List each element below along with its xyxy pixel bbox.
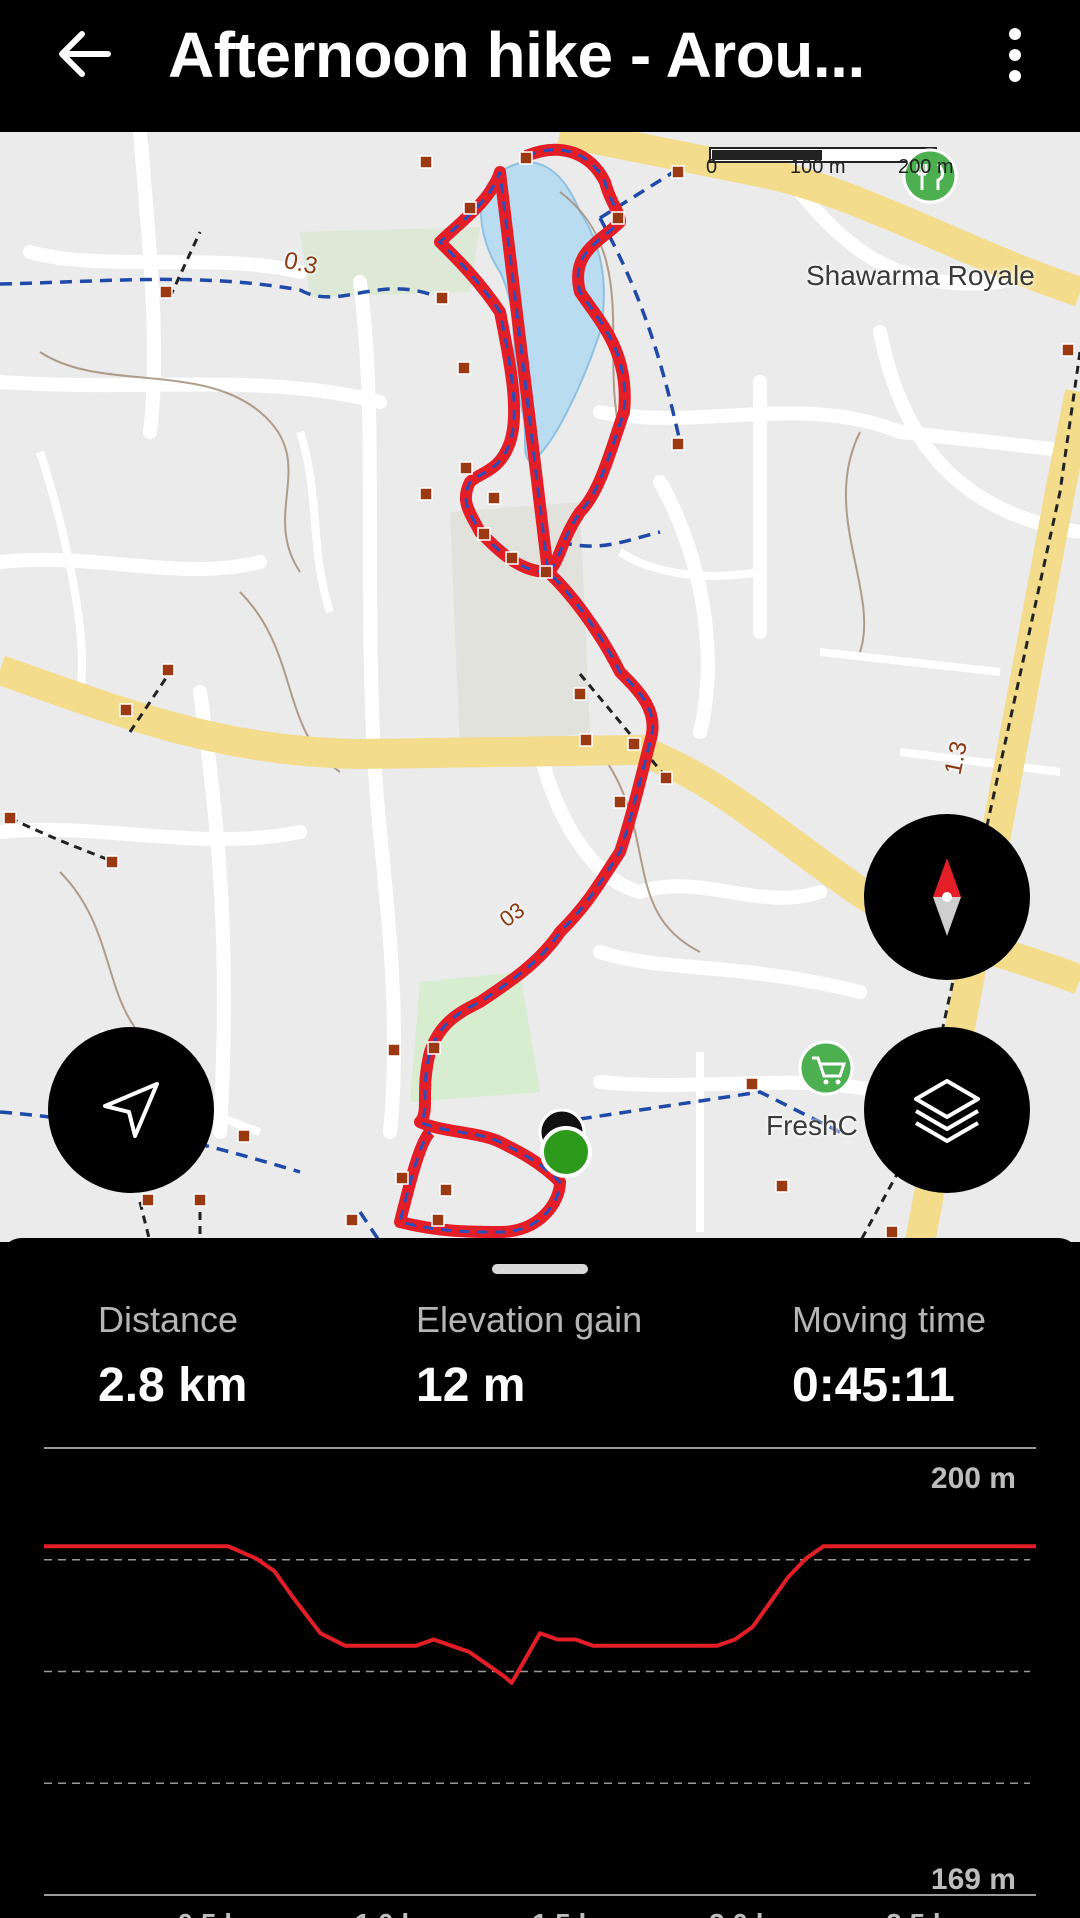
elevation-chart[interactable]: 200 m 169 m 0.5 km 1.0 km 1.5 km 2.0 km 2.5 km [0, 1438, 1080, 1918]
poi-label-fresh[interactable]: FreshC [766, 1110, 858, 1142]
x-tick-label: 1.0 km [355, 1908, 442, 1918]
elevation-series-line [44, 1544, 1036, 1685]
sheet-handle[interactable] [492, 1264, 588, 1274]
shopping-cart-icon[interactable] [798, 1040, 854, 1096]
arrow-back-icon[interactable] [52, 22, 116, 86]
x-tick-label: 1.5 km [532, 1908, 619, 1918]
x-tick-label: 0.5 km [178, 1908, 265, 1918]
compass-icon [933, 858, 961, 936]
navigation-arrow-icon [103, 1082, 159, 1138]
compass-button[interactable] [864, 814, 1030, 980]
app-bar: Afternoon hike - Arou... [0, 0, 1080, 132]
x-tick-label: 2.5 km [886, 1908, 973, 1918]
x-tick-label: 2.0 km [709, 1908, 796, 1918]
stat-value: 12 m [416, 1359, 526, 1412]
layers-button[interactable] [864, 1027, 1030, 1193]
stat-value: 0:45:11 [792, 1359, 955, 1412]
layers-icon [914, 1079, 980, 1143]
y-tick-label: 200 m [931, 1462, 1016, 1495]
stat-label: Elevation gain [416, 1299, 643, 1340]
locate-button[interactable] [48, 1027, 214, 1193]
page-title: Afternoon hike - Arou... [168, 19, 865, 91]
stat-elevation-gain: Elevation gain 12 m [416, 1298, 642, 1416]
more-vertical-icon[interactable] [990, 20, 1040, 90]
stat-distance: Distance 2.8 km [98, 1298, 247, 1416]
stats-sheet[interactable]: Distance 2.8 km Elevation gain 12 m Movi… [0, 1238, 1080, 1918]
scale-label-200: 200 m [898, 156, 954, 178]
stat-value: 2.8 km [98, 1359, 248, 1412]
scale-label-100: 100 m [790, 156, 846, 178]
stat-label: Distance [98, 1299, 239, 1340]
y-tick-label: 169 m [931, 1863, 1016, 1896]
scale-label-0: 0 [706, 156, 718, 178]
stat-label: Moving time [792, 1299, 987, 1340]
poi-label-shawarma[interactable]: Shawarma Royale [806, 260, 1035, 292]
stat-moving-time: Moving time 0:45:11 [792, 1298, 986, 1416]
start-marker[interactable] [540, 1126, 592, 1178]
route-map[interactable]: 0 100 m 200 m Shawarma Royale FreshC 0.3… [0, 132, 1080, 1242]
